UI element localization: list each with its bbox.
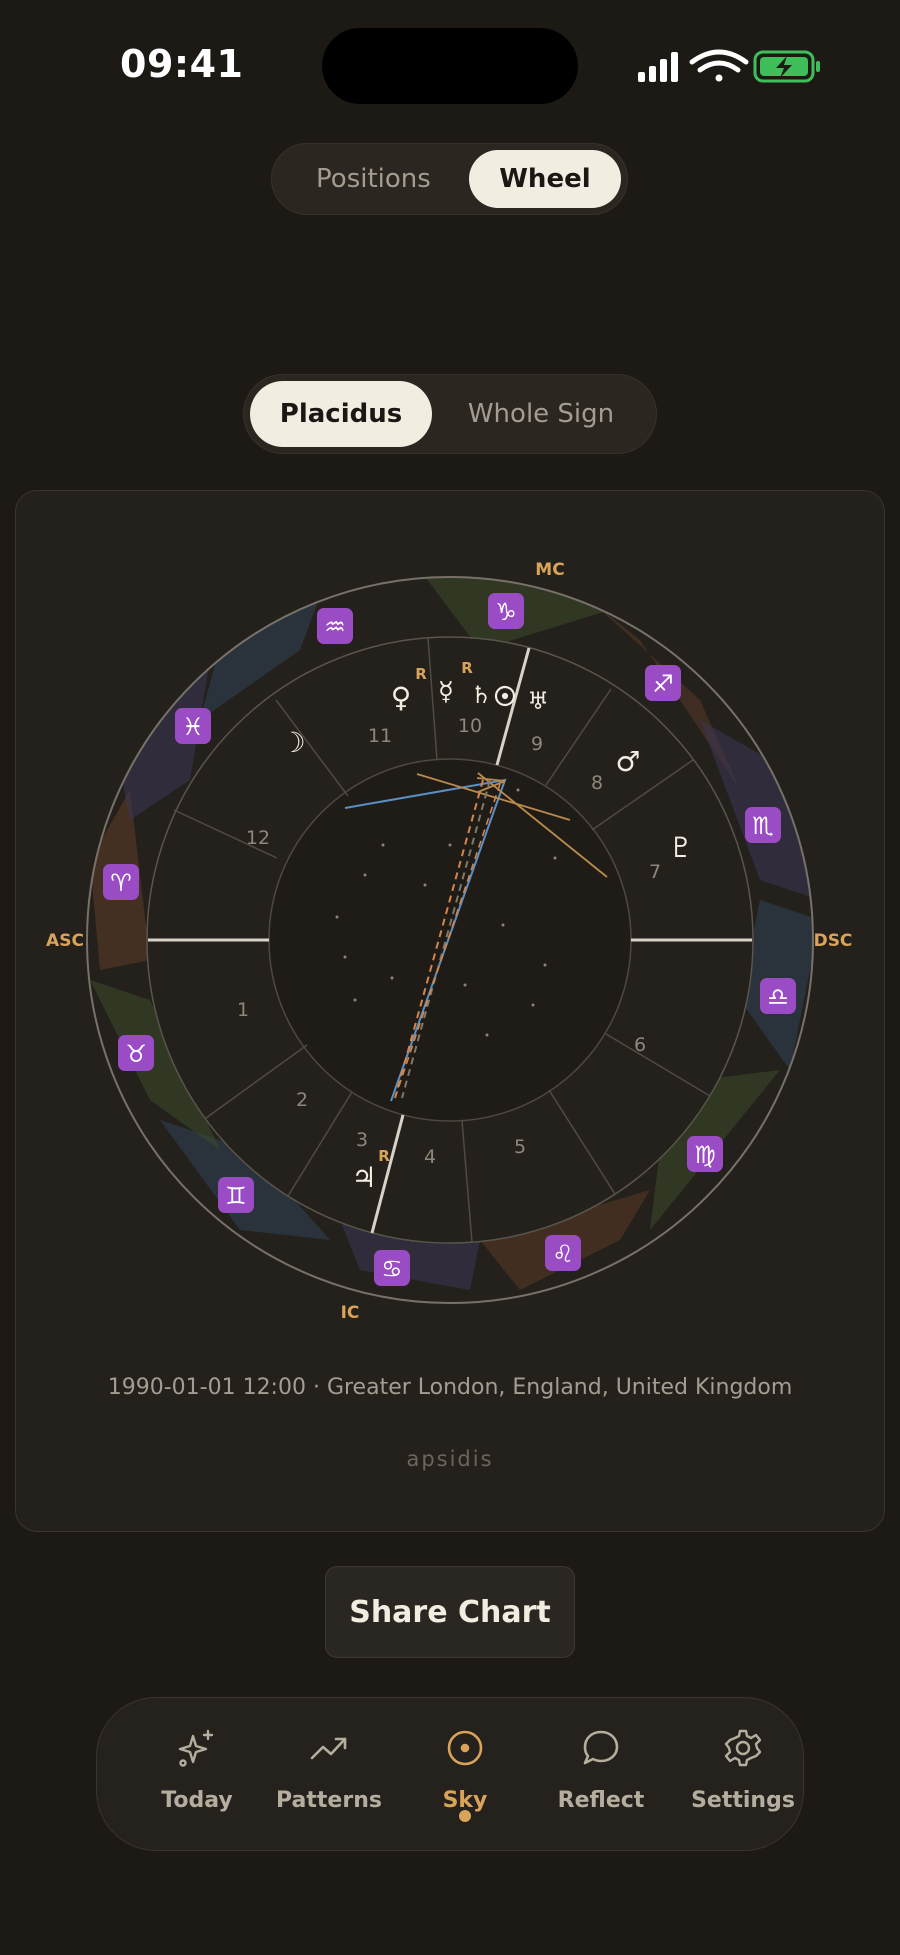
house-12: 12 <box>246 827 270 849</box>
svg-text:♍: ♍ <box>694 1141 716 1169</box>
svg-text:♐: ♐ <box>652 670 674 698</box>
house-11: 11 <box>368 725 392 747</box>
house-1: 1 <box>237 999 249 1021</box>
svg-text:♒: ♒ <box>324 613 346 641</box>
svg-text:♑: ♑ <box>495 598 517 626</box>
svg-text:♏: ♏ <box>752 812 774 840</box>
chat-bubble-icon <box>583 1730 619 1765</box>
sparkles-icon <box>178 1729 214 1767</box>
house-3: 3 <box>356 1129 368 1151</box>
mercury-icon: ☿ <box>438 677 454 707</box>
target-icon <box>447 1730 483 1766</box>
jupiter-icon: ♃ <box>351 1161 376 1194</box>
tab-label-today: Today <box>161 1788 233 1813</box>
svg-text:♌: ♌ <box>552 1240 574 1268</box>
tab-patterns[interactable]: Patterns <box>259 1698 399 1852</box>
house-10: 10 <box>458 715 482 737</box>
sagittarius-icon: ♐ <box>645 665 681 701</box>
svg-text:♋: ♋ <box>381 1255 403 1283</box>
taurus-icon: ♉ <box>118 1035 154 1071</box>
retrograde-venus: R <box>415 665 427 683</box>
venus-icon: ♀ <box>391 681 412 714</box>
leo-icon: ♌ <box>545 1235 581 1271</box>
retrograde-mercury: R <box>461 659 473 677</box>
chart-birth-details: 1990-01-01 12:00 · Greater London, Engla… <box>107 1375 793 1400</box>
tab-label-settings: Settings <box>691 1788 795 1813</box>
cancer-icon: ♋ <box>374 1250 410 1286</box>
house-9: 9 <box>531 733 543 755</box>
svg-text:♎: ♎ <box>767 983 789 1011</box>
tab-bar: Today Patterns Sky Reflect Settings <box>96 1697 804 1851</box>
capricorn-icon: ♑ <box>488 593 524 629</box>
svg-text:♓: ♓ <box>182 713 204 741</box>
neptune-sun-cluster-icon <box>494 685 516 707</box>
gear-icon <box>724 1729 762 1767</box>
natal-wheel[interactable]: ♒ ♑ ♐ ♏ ♎ ♍ ♌ ♋ ♊ ♉ ♈ ♓ MC ASC DSC IC 1 … <box>0 0 900 1955</box>
ic-label: IC <box>341 1303 360 1323</box>
active-tab-indicator <box>459 1810 471 1822</box>
svg-text:♉: ♉ <box>125 1040 147 1068</box>
house-5: 5 <box>514 1136 526 1158</box>
svg-text:♊: ♊ <box>225 1182 247 1210</box>
tab-label-patterns: Patterns <box>276 1788 382 1813</box>
mars-icon: ♂ <box>615 745 640 778</box>
house-8: 8 <box>591 772 603 794</box>
tab-settings[interactable]: Settings <box>673 1698 813 1852</box>
share-chart-button[interactable]: Share Chart <box>325 1566 575 1658</box>
tab-today[interactable]: Today <box>127 1698 267 1852</box>
trending-up-icon <box>310 1737 347 1760</box>
tab-reflect[interactable]: Reflect <box>531 1698 671 1852</box>
uranus-icon: ♅ <box>527 687 549 715</box>
tab-sky[interactable]: Sky <box>395 1698 535 1852</box>
mc-label: MC <box>535 560 564 580</box>
scorpio-icon: ♏ <box>745 807 781 843</box>
virgo-icon: ♍ <box>687 1136 723 1172</box>
house-4: 4 <box>424 1146 436 1168</box>
dsc-label: DSC <box>814 931 853 951</box>
aquarius-icon: ♒ <box>317 608 353 644</box>
house-7: 7 <box>649 861 661 883</box>
pisces-icon: ♓ <box>175 708 211 744</box>
asc-label: ASC <box>46 931 84 951</box>
retrograde-jupiter: R <box>378 1147 390 1165</box>
house-2: 2 <box>296 1089 308 1111</box>
gemini-icon: ♊ <box>218 1177 254 1213</box>
aspect-ring <box>268 758 632 1122</box>
aries-icon: ♈ <box>103 864 139 900</box>
house-6: 6 <box>634 1034 646 1056</box>
svg-text:♈: ♈ <box>110 869 132 897</box>
tab-label-reflect: Reflect <box>557 1788 645 1813</box>
brand-watermark: apsidis <box>406 1447 494 1471</box>
libra-icon: ♎ <box>760 978 796 1014</box>
pluto-icon: ♇ <box>668 831 693 864</box>
moon-icon: ☽ <box>280 726 305 759</box>
saturn-icon: ♄ <box>470 681 492 709</box>
